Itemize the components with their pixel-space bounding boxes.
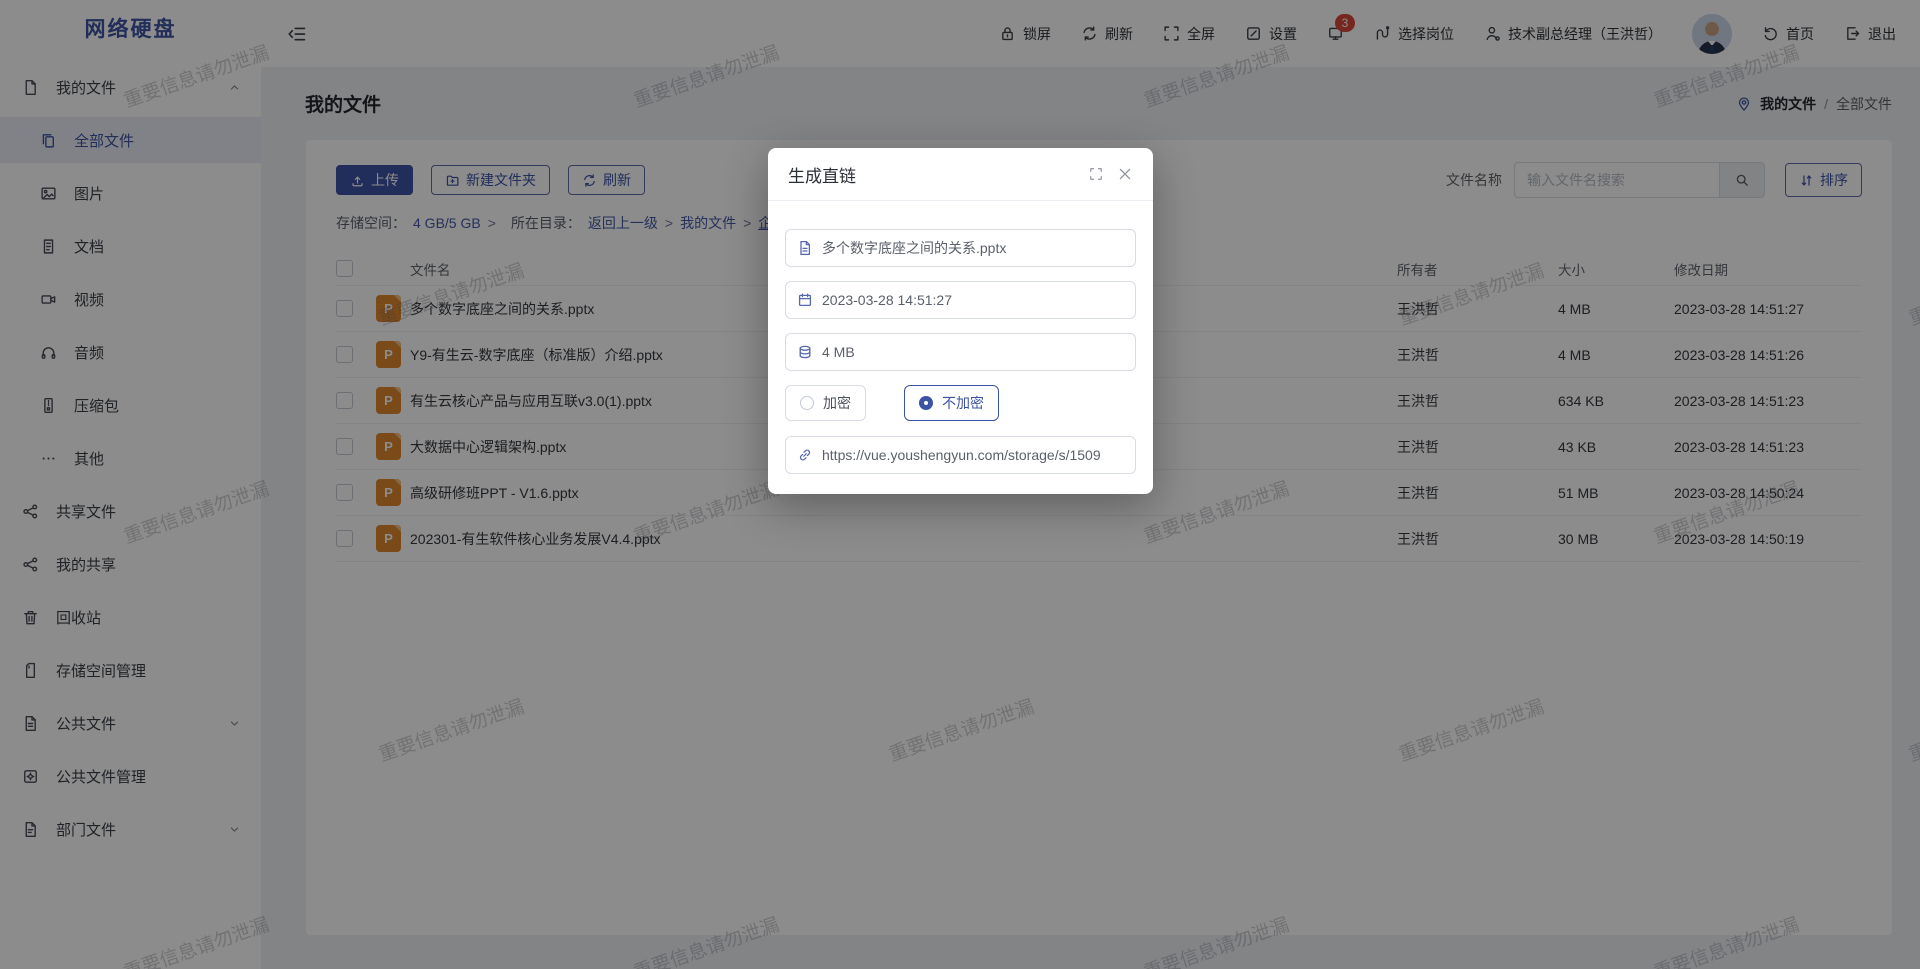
file-icon (797, 240, 813, 256)
expand-icon (1089, 167, 1103, 181)
encrypt-options: 加密 不加密 (785, 385, 1136, 421)
calendar-icon (797, 292, 813, 308)
file-name-field[interactable]: 多个数字底座之间的关系.pptx (785, 229, 1136, 267)
radio-circle-icon (800, 396, 814, 410)
dialog-header: 生成直链 (768, 148, 1153, 201)
file-size-value: 4 MB (822, 344, 855, 360)
generate-link-dialog: 生成直链 多个数字底座之间的关系.pptx 2023-03-28 14:51:2… (768, 148, 1153, 494)
radio-circle-icon (919, 396, 933, 410)
link-icon (797, 447, 813, 463)
direct-link-value: https://vue.youshengyun.com/storage/s/15… (822, 447, 1101, 463)
dialog-title: 生成直链 (788, 162, 856, 187)
encrypt-radio[interactable]: 加密 (785, 385, 866, 421)
close-icon[interactable] (1117, 166, 1133, 182)
file-size-field[interactable]: 4 MB (785, 333, 1136, 371)
maximize-icon[interactable] (1089, 167, 1103, 181)
no-encrypt-radio-label: 不加密 (942, 393, 984, 413)
calendar-icon (797, 292, 813, 308)
database-icon (797, 344, 813, 360)
close-icon (1117, 166, 1133, 182)
dialog-tools (1089, 166, 1133, 182)
link-icon (797, 447, 813, 463)
modified-date-value: 2023-03-28 14:51:27 (822, 292, 952, 308)
file-name-value: 多个数字底座之间的关系.pptx (822, 238, 1006, 258)
direct-link-field[interactable]: https://vue.youshengyun.com/storage/s/15… (785, 436, 1136, 474)
encrypt-radio-label: 加密 (823, 393, 851, 413)
modified-date-field[interactable]: 2023-03-28 14:51:27 (785, 281, 1136, 319)
no-encrypt-radio[interactable]: 不加密 (904, 385, 999, 421)
database-icon (797, 344, 813, 360)
dialog-body: 多个数字底座之间的关系.pptx 2023-03-28 14:51:27 4 M… (768, 201, 1153, 474)
file-icon (797, 240, 813, 256)
